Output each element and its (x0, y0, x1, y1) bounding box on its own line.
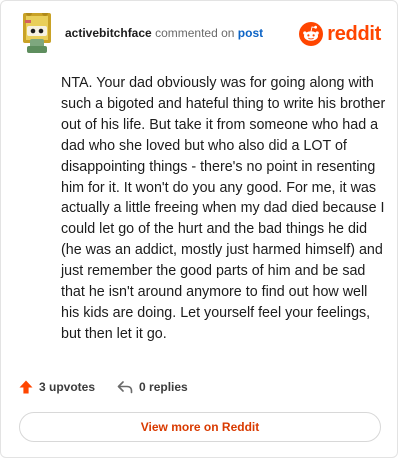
reddit-wordmark: reddit (327, 23, 381, 45)
upvotes-stat[interactable]: 3 upvotes (19, 380, 95, 394)
action-text: commented on (155, 26, 235, 40)
snoo-avatar-icon (23, 10, 51, 53)
comment-card: activebitchface commented on post reddit… (0, 0, 398, 458)
upvotes-count: 3 upvotes (39, 380, 96, 394)
replies-stat[interactable]: 0 replies (117, 380, 188, 394)
reddit-logo-icon (299, 22, 324, 46)
reddit-brand[interactable]: reddit (299, 21, 381, 47)
comment-footer: 3 upvotes 0 replies (19, 377, 210, 397)
reply-arrow-icon (117, 381, 133, 394)
post-link[interactable]: post (238, 26, 263, 40)
comment-header: activebitchface commented on post reddit (19, 10, 381, 53)
upvote-arrow-icon (19, 380, 33, 394)
username-link[interactable]: activebitchface (65, 26, 152, 40)
avatar[interactable] (19, 10, 55, 53)
replies-count: 0 replies (139, 380, 188, 394)
view-more-button[interactable]: View more on Reddit (19, 412, 381, 442)
comment-meta: activebitchface commented on post (65, 25, 263, 41)
comment-body: NTA. Your dad obviously was for going al… (61, 75, 386, 342)
